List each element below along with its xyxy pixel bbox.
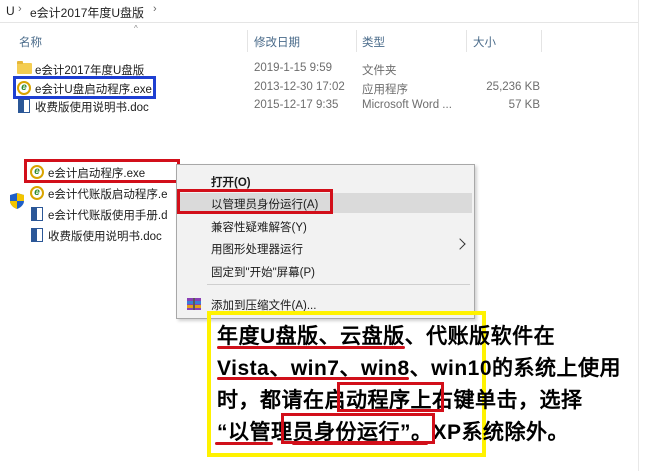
file-type: 文件夹 — [362, 65, 397, 77]
column-header-date[interactable]: 修改日期 — [254, 34, 300, 50]
menu-separator — [207, 284, 470, 285]
menu-item-open[interactable]: 打开(O) — [211, 174, 251, 190]
underline-mark — [217, 346, 405, 349]
underline-mark — [215, 442, 273, 445]
word-doc-icon — [31, 228, 43, 242]
breadcrumb-root[interactable]: U — [6, 4, 15, 18]
file-name: e会计代账版使用手册.d — [48, 210, 168, 222]
word-doc-icon — [31, 207, 43, 221]
menu-item-pin-to-start[interactable]: 固定到"开始"屏幕(P) — [211, 264, 315, 280]
uac-shield-icon — [10, 193, 24, 209]
archive-icon — [187, 298, 201, 310]
column-divider[interactable] — [466, 30, 467, 52]
folder-icon — [17, 61, 32, 74]
file-type: Microsoft Word ... — [362, 99, 452, 111]
highlight-box — [281, 413, 435, 444]
file-name: 收费版使用说明书.doc — [48, 231, 162, 243]
chevron-right-icon[interactable]: › — [18, 3, 22, 15]
column-header-type[interactable]: 类型 — [362, 34, 385, 50]
column-header-size[interactable]: 大小 — [473, 34, 496, 50]
word-doc-icon — [18, 99, 30, 113]
file-name: 收费版使用说明书.doc — [35, 102, 149, 114]
column-divider[interactable] — [247, 30, 248, 52]
address-bar[interactable]: U › e会计2017年度U盘版 › — [0, 0, 638, 23]
sort-caret-icon: ^ — [134, 24, 138, 33]
highlight-box — [337, 382, 444, 412]
file-size: 25,236 KB — [486, 81, 540, 93]
context-menu[interactable]: 打开(O) 以管理员身份运行(A) 兼容性疑难解答(Y) 用图形处理器运行 固定… — [176, 164, 475, 319]
highlight-box — [177, 189, 333, 214]
chevron-right-icon — [454, 238, 466, 250]
chevron-right-icon[interactable]: › — [153, 3, 157, 15]
column-header-name[interactable]: 名称 — [19, 34, 42, 50]
column-divider[interactable] — [541, 30, 542, 52]
breadcrumb-current[interactable]: e会计2017年度U盘版 — [30, 4, 144, 21]
column-divider[interactable] — [356, 30, 357, 52]
file-name: e会计代账版启动程序.e — [48, 189, 168, 201]
menu-item-run-with-gpu[interactable]: 用图形处理器运行 — [211, 241, 303, 257]
file-date: 2019-1-15 9:59 — [254, 62, 333, 74]
file-row[interactable]: 收费版使用说明书.doc 2015-12-17 9:35 Microsoft W… — [15, 97, 540, 115]
app-icon: e — [30, 186, 44, 200]
file-date: 2013-12-30 17:02 — [254, 81, 345, 93]
highlight-box — [13, 76, 156, 99]
menu-item-compat-troubleshoot[interactable]: 兼容性疑难解答(Y) — [211, 219, 307, 235]
file-date: 2015-12-17 9:35 — [254, 99, 339, 111]
file-type: 应用程序 — [362, 84, 408, 96]
file-size: 57 KB — [508, 99, 540, 111]
highlight-box — [24, 159, 180, 183]
window-edge — [638, 0, 639, 471]
underline-mark — [217, 377, 409, 380]
